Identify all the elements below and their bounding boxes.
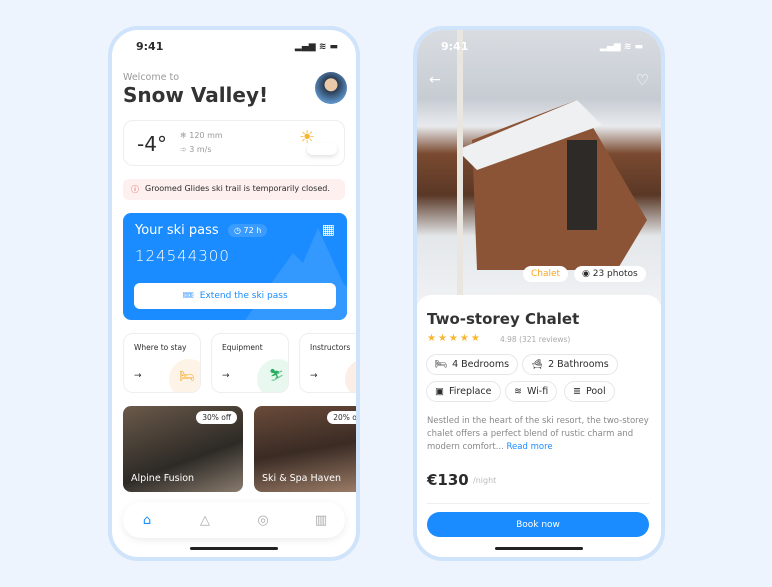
category-instructors[interactable]: Instructors → (299, 333, 356, 393)
read-more-link[interactable]: Read more (507, 442, 553, 452)
amenity-label: 2 Bathrooms (548, 359, 609, 370)
bottom-nav (123, 502, 345, 538)
amenity-bedrooms: 🛏︎ 4 Bedrooms (426, 354, 519, 375)
amenity-label: Fireplace (448, 386, 492, 397)
instructor-icon (345, 359, 356, 392)
home-screen: 9:41 ▂▄▆ ≋ ▬ Welcome to Snow Valley! -4°… (108, 26, 360, 561)
discount-badge: 20% off (327, 411, 356, 424)
mountain-icon[interactable]: △ (197, 513, 213, 529)
fireplace-icon: ▣ (435, 386, 444, 397)
divider (427, 503, 649, 504)
promo-ski-spa-haven[interactable]: 20% off Ski & Spa Haven (254, 406, 356, 492)
welcome-text: Welcome to (123, 72, 180, 83)
category-where-to-stay[interactable]: Where to stay → 🛏︎ (123, 333, 201, 393)
page-title: Snow Valley! (123, 83, 269, 107)
category-tag: Chalet (523, 266, 569, 282)
arrow-right-icon: → (222, 371, 230, 381)
bed-icon: 🛏︎ (169, 359, 200, 392)
avatar[interactable] (315, 72, 347, 104)
bed-icon: 🛏︎ (435, 359, 448, 370)
wifi-icon: ≋ (514, 386, 522, 397)
heart-icon[interactable]: ♡ (636, 71, 649, 89)
pool-icon: ≣ (573, 386, 581, 397)
amenity-wifi: ≋ Wi-fi (505, 381, 558, 402)
price: €130 (427, 471, 469, 489)
chalet-detail-screen: 9:41 ▂▄▆ ≋ ▬ ← ♡ Chalet ◉ 23 photos Two-… (413, 26, 665, 561)
map-icon[interactable]: ▥ (313, 513, 329, 529)
ski-pass-title: Your ski pass (135, 223, 219, 238)
detail-sheet: Two-storey Chalet ★★★★★ 4.98 (321 review… (417, 295, 661, 557)
description: Nestled in the heart of the ski resort, … (427, 415, 649, 454)
wind-value: 3 m/s (189, 145, 212, 154)
snow-depth: ❄ 120 mm (180, 131, 223, 140)
status-icons: ▂▄▆ ≋ ▬ (599, 42, 643, 52)
alert-text: Groomed Glides ski trail is temporarily … (145, 184, 330, 193)
promo-label: Alpine Fusion (131, 473, 195, 484)
home-indicator (190, 547, 278, 550)
ticket-icon: 🎟︎ (182, 291, 194, 301)
ski-pass-number: 124544300 (135, 247, 230, 265)
arrow-right-icon: → (134, 371, 142, 381)
promo-alpine-fusion[interactable]: 30% off Alpine Fusion (123, 406, 243, 492)
category-label: Equipment (222, 343, 263, 352)
bath-icon: 🛁︎ (531, 359, 544, 370)
temperature: -4° (137, 132, 167, 156)
home-indicator (495, 547, 583, 550)
category-label: Instructors (310, 343, 351, 352)
wind-speed: ➾ 3 m/s (180, 145, 212, 154)
chalet-illustration (457, 30, 647, 300)
category-label: Where to stay (134, 343, 187, 352)
chalet-photo (417, 30, 661, 305)
alert-icon: ⓘ (131, 185, 139, 194)
photos-count: 23 photos (592, 269, 638, 279)
skier-icon: ⛷ (257, 359, 288, 392)
amenity-label: Pool (585, 386, 606, 397)
price-unit: /night (473, 476, 497, 485)
status-time: 9:41 (136, 40, 164, 53)
badge-text: 72 h (243, 226, 262, 235)
back-arrow-icon[interactable]: ← (429, 72, 441, 88)
cloud-icon (307, 143, 337, 155)
amenity-label: Wi-fi (526, 386, 549, 397)
discount-badge: 30% off (196, 411, 237, 424)
photos-button[interactable]: ◉ 23 photos (574, 266, 646, 282)
amenity-fireplace: ▣ Fireplace (426, 381, 501, 402)
weather-card: -4° ❄ 120 mm ➾ 3 m/s ☀ (123, 120, 345, 166)
promo-label: Ski & Spa Haven (262, 473, 341, 484)
status-icons: ▂▄▆ ≋ ▬ (294, 42, 338, 52)
star-rating: ★★★★★ (427, 333, 482, 344)
rating-text: 4.98 (321 reviews) (500, 335, 571, 344)
category-equipment[interactable]: Equipment → ⛷ (211, 333, 289, 393)
amenity-bathrooms: 🛁︎ 2 Bathrooms (522, 354, 618, 375)
extend-ski-pass-button[interactable]: 🎟︎ Extend the ski pass (134, 283, 336, 309)
qr-code-icon[interactable]: ▦ (322, 222, 335, 238)
ski-pass-card[interactable]: Your ski pass ◷ 72 h ▦ 124544300 🎟︎ Exten… (123, 213, 347, 320)
arrow-right-icon: → (310, 371, 318, 381)
amenity-pool: ≣ Pool (564, 381, 615, 402)
extend-label: Extend the ski pass (199, 291, 288, 301)
chalet-title: Two-storey Chalet (427, 310, 580, 328)
home-icon[interactable]: ⌂ (139, 513, 155, 529)
amenity-label: 4 Bedrooms (452, 359, 510, 370)
alert-banner: ⓘ Groomed Glides ski trail is temporarily… (123, 179, 345, 200)
status-time: 9:41 (441, 40, 469, 53)
book-now-button[interactable]: Book now (427, 512, 649, 537)
snow-value: 120 mm (189, 131, 223, 140)
time-badge: ◷ 72 h (228, 224, 268, 237)
compass-icon[interactable]: ◎ (255, 513, 271, 529)
